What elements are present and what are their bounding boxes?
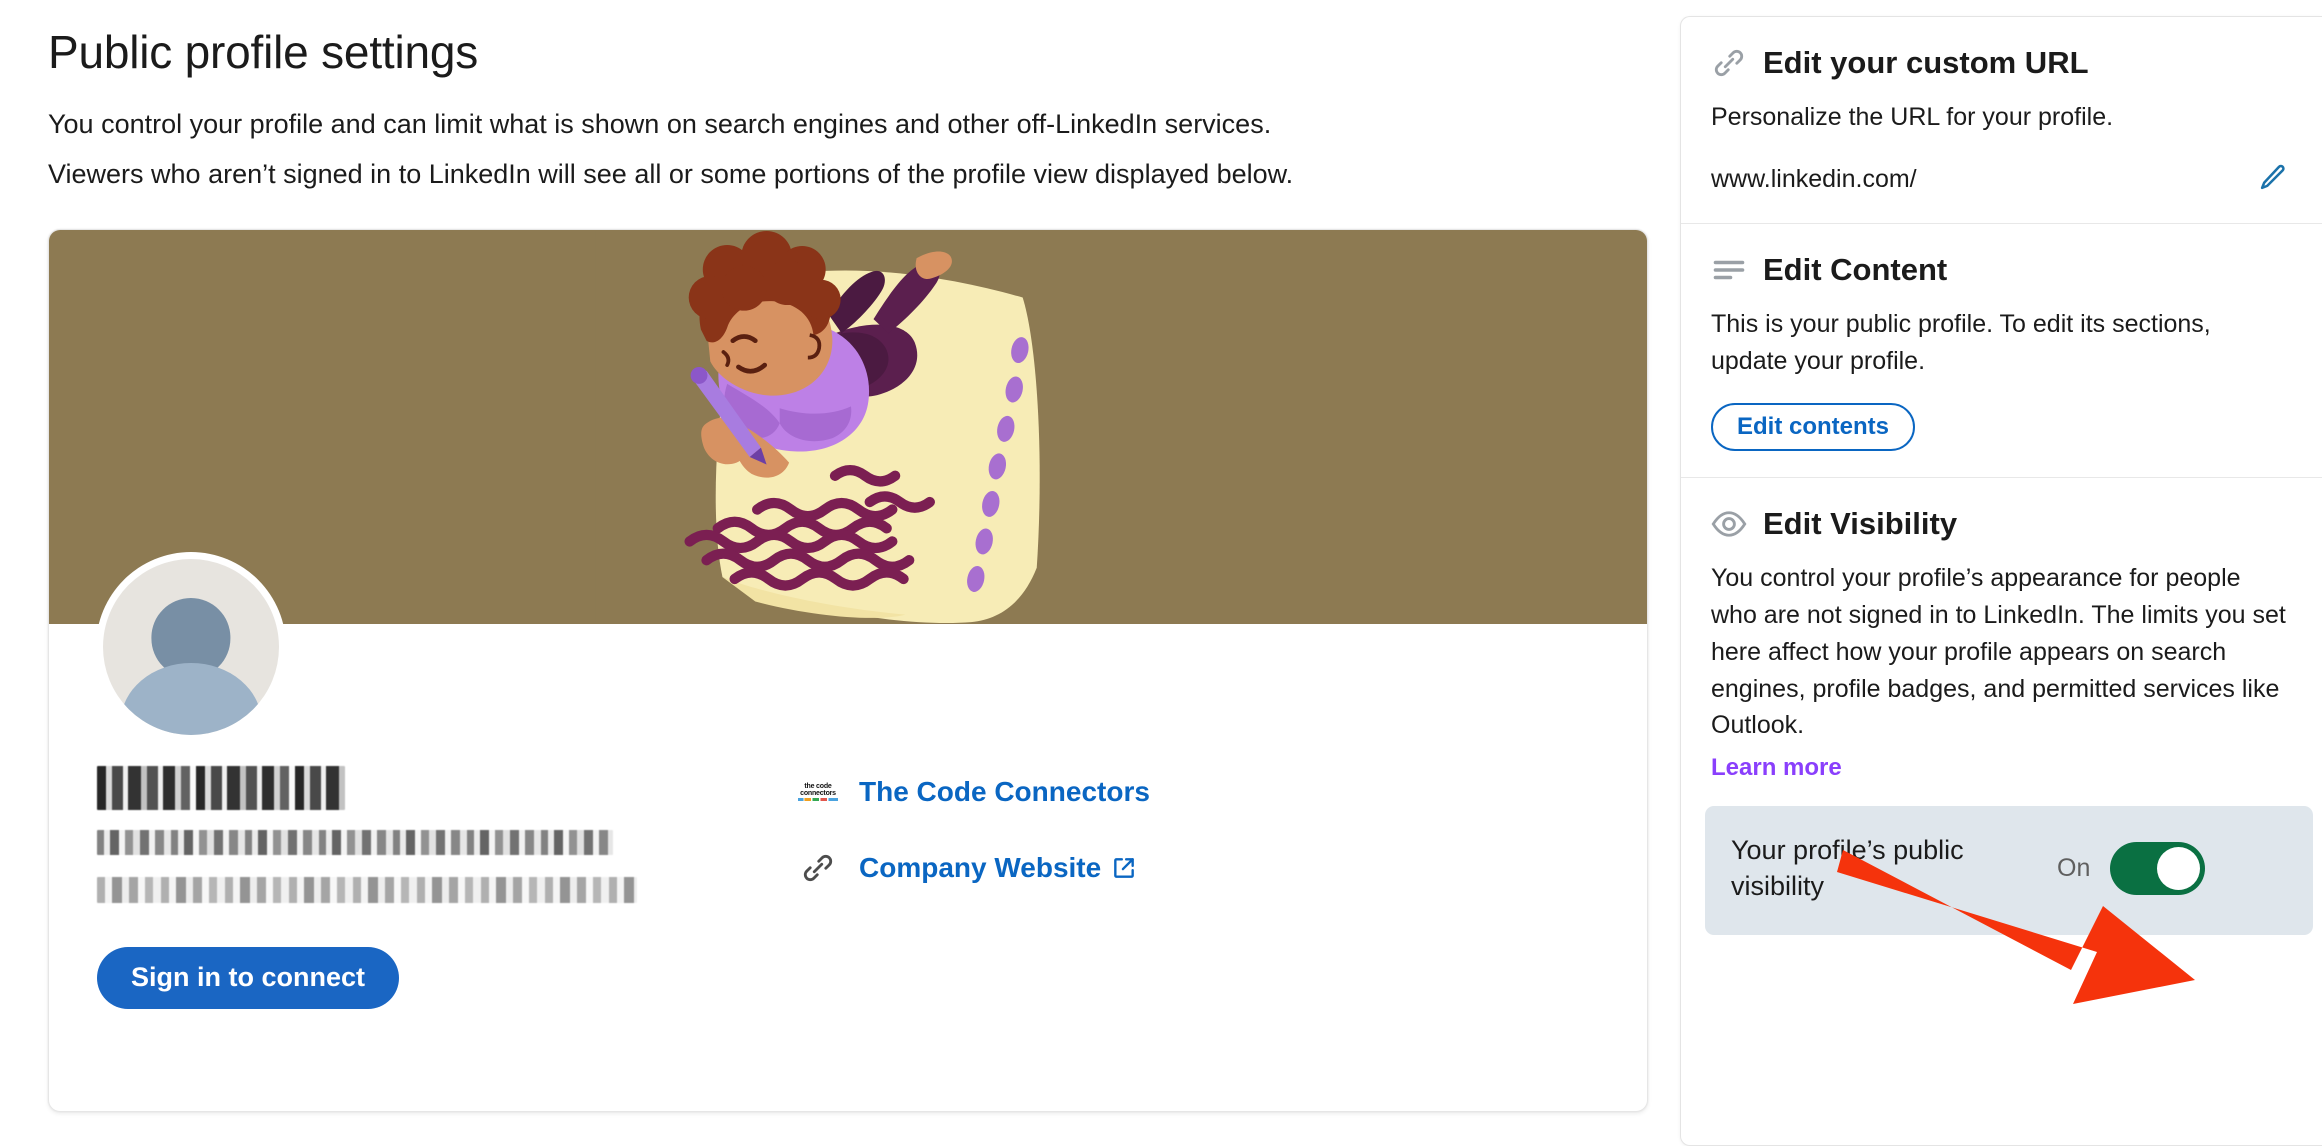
edit-url-button[interactable] — [2252, 162, 2292, 197]
link-item-company[interactable]: the code connectors The Code Connectors — [797, 774, 1150, 810]
company-logo-icon: the code connectors — [797, 774, 839, 810]
profile-banner — [49, 229, 1647, 624]
profile-location-redacted — [97, 876, 637, 903]
public-visibility-row: Your profile’s public visibility On — [1705, 806, 2313, 935]
company-logo-line-1: the code — [804, 782, 832, 790]
avatar-body — [120, 662, 262, 735]
profile-links: the code connectors The Code Connectors — [797, 766, 1150, 886]
public-visibility-toggle[interactable] — [2110, 841, 2206, 895]
custom-url-row: www.linkedin.com/ — [1711, 162, 2292, 197]
company-logo-bars — [798, 797, 838, 801]
page-description: You control your profile and can limit w… — [48, 105, 1608, 195]
company-link-label[interactable]: The Code Connectors — [859, 776, 1150, 808]
section-custom-url: Edit your custom URL Personalize the URL… — [1681, 17, 2322, 224]
edit-visibility-description: You control your profile’s appearance fo… — [1711, 564, 2286, 740]
public-profile-settings-page: Public profile settings You control your… — [0, 0, 2322, 1146]
profile-preview-card: Sign in to connect the code connectors T… — [48, 228, 1648, 1112]
company-logo-mark: the code connectors — [797, 778, 839, 805]
edit-content-header: Edit Content — [1711, 252, 2292, 288]
learn-more-link[interactable]: Learn more — [1711, 754, 1842, 782]
list-lines-icon — [1711, 255, 1751, 285]
company-logo-line-2: connectors — [800, 789, 836, 797]
page-description-line-2: Viewers who aren’t signed in to LinkedIn… — [48, 158, 1294, 189]
edit-content-description: This is your public profile. To edit its… — [1711, 309, 2211, 375]
settings-sidebar-panel: Edit your custom URL Personalize the URL… — [1680, 16, 2322, 1146]
pencil-icon — [2256, 162, 2288, 197]
toggle-knob — [2157, 846, 2201, 890]
profile-headline-redacted — [97, 829, 613, 855]
edit-content-title: Edit Content — [1763, 251, 1948, 287]
page-description-line-1: You control your profile and can limit w… — [48, 108, 1272, 139]
public-visibility-state: On — [2057, 853, 2091, 882]
edit-visibility-title: Edit Visibility — [1763, 506, 1958, 542]
section-edit-content: Edit Content This is your public profile… — [1681, 224, 2322, 479]
custom-url-description: Personalize the URL for your profile. — [1711, 103, 2114, 131]
custom-url-header: Edit your custom URL — [1711, 45, 2292, 81]
custom-url-title: Edit your custom URL — [1763, 45, 2089, 80]
custom-url-value: www.linkedin.com/ — [1711, 164, 1917, 193]
page-title: Public profile settings — [48, 26, 479, 78]
link-icon — [797, 850, 839, 886]
section-edit-visibility: Edit Visibility You control your profile… — [1681, 478, 2322, 961]
website-link-label[interactable]: Company Website — [859, 852, 1137, 884]
banner-illustration-icon — [595, 229, 1122, 624]
identity-text-block: Sign in to connect — [97, 765, 757, 1009]
identity-row: Sign in to connect the code connectors T… — [97, 765, 1599, 1009]
default-avatar-icon — [103, 558, 279, 735]
website-link-text: Company Website — [859, 851, 1102, 883]
edit-visibility-header: Edit Visibility — [1711, 506, 2292, 542]
profile-name-redacted — [97, 765, 345, 810]
link-item-website[interactable]: Company Website — [797, 850, 1150, 886]
avatar — [96, 551, 286, 742]
external-link-icon — [1111, 855, 1137, 881]
link-icon — [1711, 45, 1751, 81]
main-content: Public profile settings You control your… — [0, 0, 1680, 1146]
profile-card-body: Sign in to connect the code connectors T… — [49, 624, 1647, 1009]
eye-icon — [1711, 509, 1751, 539]
edit-contents-button[interactable]: Edit contents — [1711, 403, 1916, 452]
public-visibility-label: Your profile’s public visibility — [1731, 835, 1964, 902]
sign-in-to-connect-button[interactable]: Sign in to connect — [97, 946, 399, 1009]
